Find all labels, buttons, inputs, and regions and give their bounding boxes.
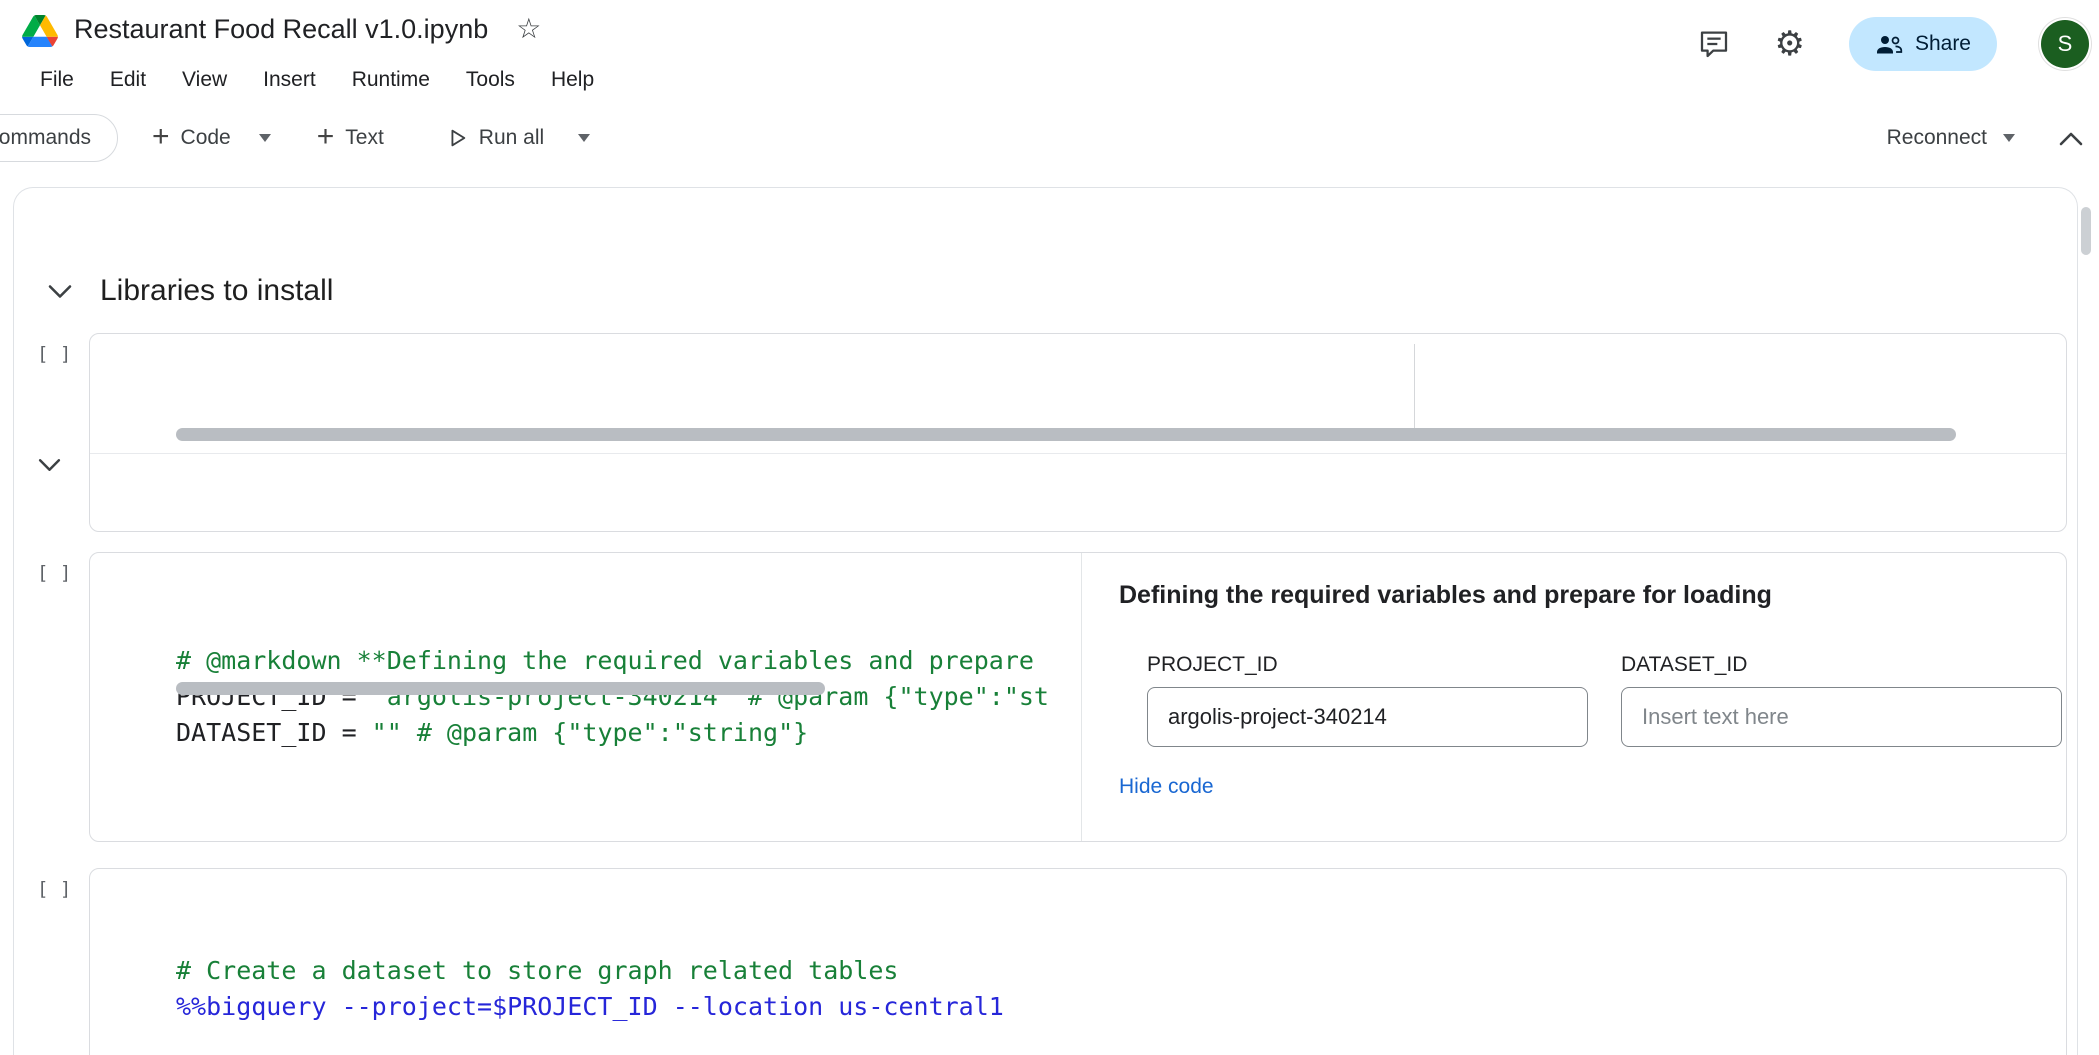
add-code-dropdown-icon[interactable] xyxy=(259,134,271,142)
reconnect-label: Reconnect xyxy=(1887,126,1987,150)
menu-item-insert[interactable]: Insert xyxy=(245,68,334,92)
play-icon xyxy=(446,127,468,149)
commands-label: ommands xyxy=(0,126,91,150)
code-line: # Create a dataset to store graph relate… xyxy=(176,953,2066,989)
code-token: "" xyxy=(372,718,402,747)
code-cell-1: [ ] # @title Libraries to install!pip in… xyxy=(89,333,2067,532)
code-token: ━━━━━━━━━━━━━━━━━━━━━━━━━━━━━━━━━━━━━━━━… xyxy=(223,531,1231,532)
code-cell-2: [ ] # @markdown **Defining the required … xyxy=(89,552,2067,842)
code-editor[interactable]: # @markdown **Defining the required vari… xyxy=(90,553,1082,841)
code-token xyxy=(1397,531,1412,532)
header-actions: ⚙ Share S xyxy=(1698,16,2089,72)
section-title: Libraries to install xyxy=(100,271,333,311)
menu-item-file[interactable]: File xyxy=(22,68,92,92)
star-icon[interactable]: ☆ xyxy=(516,15,541,43)
code-token: 0:00:00 xyxy=(1608,531,1713,532)
field-label: DATASET_ID xyxy=(1621,653,2062,677)
notebook-card: Libraries to install [ ] # @title Librar… xyxy=(13,187,2078,1055)
notebook-content: Libraries to install [ ] # @title Librar… xyxy=(0,170,2099,1055)
drive-logo-icon[interactable] xyxy=(22,15,58,47)
code-token: DATASET_ID = xyxy=(176,718,372,747)
add-code-button[interactable]: + Code xyxy=(152,125,231,152)
form-field-project-id: PROJECT_ID xyxy=(1147,653,1588,747)
hide-code-link[interactable]: Hide code xyxy=(1119,775,1214,799)
section-header: Libraries to install xyxy=(14,188,2077,311)
code-line: ━━━━━━━━━━━━━━━━━━━━━━━━━━━━━━━━━━━━━━━━… xyxy=(223,528,2066,532)
column-guide xyxy=(1414,344,1415,440)
code-token xyxy=(1231,531,1246,532)
collapse-header-chevron-up-icon[interactable] xyxy=(2059,131,2083,146)
run-all-label: Run all xyxy=(479,126,544,150)
execution-indicator[interactable]: [ ] xyxy=(37,878,71,900)
menu-item-view[interactable]: View xyxy=(164,68,245,92)
add-code-label: Code xyxy=(181,126,231,150)
reconnect-dropdown-icon[interactable] xyxy=(2003,134,2015,142)
code-line: DATASET_ID = "" # @param {"type":"string… xyxy=(176,715,1081,751)
run-all-dropdown-icon[interactable] xyxy=(578,134,590,142)
project-id-input[interactable] xyxy=(1147,687,1588,747)
dataset-id-input[interactable] xyxy=(1621,687,2062,747)
code-editor[interactable]: # @title Libraries to install!pip instal… xyxy=(90,334,2066,454)
app-header: Restaurant Food Recall v1.0.ipynb ☆ File… xyxy=(0,0,2099,106)
vertical-scrollbar[interactable] xyxy=(2081,207,2091,255)
settings-gear-icon[interactable]: ⚙ xyxy=(1774,27,1804,61)
add-text-button[interactable]: + Text xyxy=(317,125,384,152)
code-token: %%bigquery --project=$PROJECT_ID --locat… xyxy=(176,992,1004,1021)
horizontal-scrollbar[interactable] xyxy=(176,428,1956,441)
code-cell-3: [ ] # Create a dataset to store graph re… xyxy=(89,868,2067,1055)
form-field-dataset-id: DATASET_ID xyxy=(1621,653,2062,747)
share-button[interactable]: Share xyxy=(1849,17,1997,71)
code-line xyxy=(176,1025,2066,1055)
code-token: # @param {"type":"string"} xyxy=(402,718,808,747)
reconnect-button[interactable]: Reconnect xyxy=(1887,126,1987,150)
field-label: PROJECT_ID xyxy=(1147,653,1588,677)
code-line: %%bigquery --project=$PROJECT_ID --locat… xyxy=(176,989,2066,1025)
code-token: # @markdown **Defining the required vari… xyxy=(176,646,1034,675)
code-token xyxy=(176,1028,191,1055)
execution-indicator[interactable]: [ ] xyxy=(37,343,71,365)
code-editor[interactable]: # Create a dataset to store graph relate… xyxy=(90,869,2066,1055)
people-icon xyxy=(1875,33,1903,55)
code-token: 5.6/5.6 MB xyxy=(1247,531,1398,532)
section-collapse-chevron-icon[interactable] xyxy=(47,283,73,300)
code-line: # @markdown **Defining the required vari… xyxy=(176,643,1081,679)
run-all-button[interactable]: Run all xyxy=(446,126,544,150)
menu-item-edit[interactable]: Edit xyxy=(92,68,164,92)
menu-item-runtime[interactable]: Runtime xyxy=(334,68,448,92)
cell-output: ━━━━━━━━━━━━━━━━━━━━━━━━━━━━━━━━━━━━━━━━… xyxy=(90,454,2066,532)
code-token: # Create a dataset to store graph relate… xyxy=(176,956,898,985)
notebook-toolbar: ommands + Code + Text Run all Reconnect xyxy=(0,106,2099,170)
commands-button[interactable]: ommands xyxy=(0,114,118,162)
plus-icon: + xyxy=(152,122,170,152)
form-title: Defining the required variables and prep… xyxy=(1119,579,2062,611)
code-token: 8.6 MB/s xyxy=(1412,531,1532,532)
menu-item-tools[interactable]: Tools xyxy=(448,68,533,92)
share-label: Share xyxy=(1915,32,1971,56)
notebook-title[interactable]: Restaurant Food Recall v1.0.ipynb xyxy=(74,14,488,45)
menu-item-help[interactable]: Help xyxy=(533,68,612,92)
add-text-label: Text xyxy=(345,126,384,150)
avatar[interactable]: S xyxy=(2041,20,2089,68)
code-token: eta xyxy=(1533,531,1608,532)
plus-icon: + xyxy=(317,122,335,152)
output-collapse-chevron-icon[interactable] xyxy=(37,457,62,478)
params-form: Defining the required variables and prep… xyxy=(1082,553,2067,841)
horizontal-scrollbar[interactable] xyxy=(176,682,825,695)
execution-indicator[interactable]: [ ] xyxy=(37,562,71,584)
comments-icon[interactable] xyxy=(1698,28,1730,60)
